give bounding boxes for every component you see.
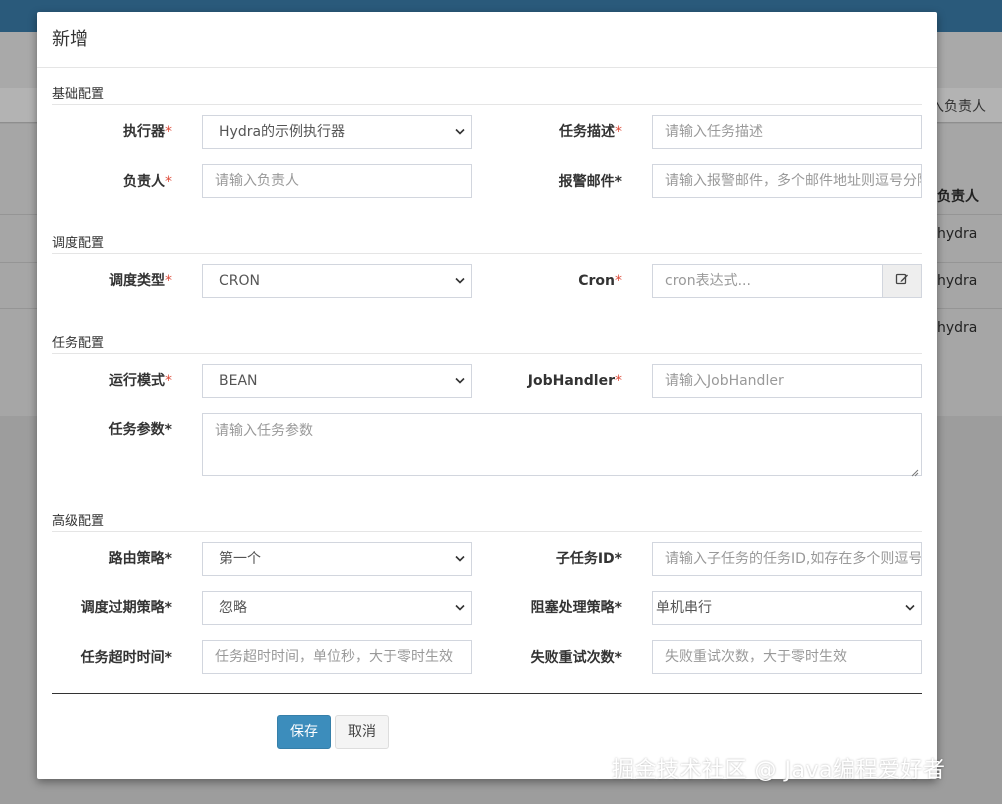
section-divider [52, 253, 922, 254]
section-task: 任务配置 [52, 336, 922, 354]
section-title-basic: 基础配置 [52, 87, 105, 102]
bg-row-owner-3: hydra [937, 320, 978, 336]
section-title-advanced: 高级配置 [52, 514, 105, 529]
chevron-down-icon [455, 265, 465, 297]
block-strategy-value: 单机串行 [656, 600, 712, 616]
bg-row-owner-1: hydra [937, 226, 978, 242]
block-strategy-select[interactable]: 单机串行 [652, 591, 922, 625]
cron-label: Cron* [578, 273, 622, 289]
schedule-type-label: 调度类型* [109, 273, 172, 289]
cancel-button[interactable]: 取消 [335, 715, 389, 749]
timeout-label: 任务超时时间* [80, 650, 172, 666]
route-strategy-label: 路由策略* [108, 551, 172, 567]
misfire-strategy-label: 调度过期策略* [80, 600, 172, 616]
modal-title: 新增 [52, 29, 88, 50]
section-title-task: 任务配置 [52, 336, 105, 351]
route-strategy-value: 第一个 [219, 551, 261, 567]
misfire-strategy-value: 忽略 [219, 600, 247, 616]
chevron-down-icon [455, 543, 465, 575]
executor-value: Hydra的示例执行器 [219, 124, 346, 140]
resize-handle-icon[interactable] [911, 465, 919, 477]
schedule-type-select[interactable]: CRON [202, 264, 472, 298]
route-strategy-select[interactable]: 第一个 [202, 542, 472, 576]
chevron-down-icon [905, 592, 915, 624]
alarm-email-label: 报警邮件* [558, 174, 622, 190]
task-params-placeholder: 请输入任务参数 [215, 423, 313, 439]
chevron-down-icon [455, 592, 465, 624]
bg-row-owner-2: hydra [937, 273, 978, 289]
retry-count-label: 失败重试次数* [530, 650, 622, 666]
section-basic: 基础配置 [52, 87, 922, 105]
save-button[interactable]: 保存 [277, 715, 331, 749]
task-params-textarea[interactable]: 请输入任务参数 [202, 413, 922, 477]
section-divider [52, 531, 922, 532]
job-handler-input[interactable]: 请输入JobHandler [652, 364, 922, 398]
watermark-text: 掘金技术社区 @ Java编程爱好者 [612, 758, 946, 783]
bg-column-header: 负责人 [937, 189, 979, 205]
section-schedule: 调度配置 [52, 236, 922, 254]
block-strategy-label: 阻塞处理策略* [530, 600, 622, 616]
executor-select[interactable]: Hydra的示例执行器 [202, 115, 472, 149]
bg-search-placeholder: 入负责人 [930, 99, 986, 115]
modal-header: 新增 [37, 12, 937, 68]
job-handler-label: JobHandler* [527, 373, 622, 389]
edit-icon [895, 272, 909, 290]
schedule-type-value: CRON [219, 273, 260, 289]
section-title-schedule: 调度配置 [52, 236, 105, 251]
run-mode-select[interactable]: BEAN [202, 364, 472, 398]
child-task-id-label: 子任务ID* [555, 551, 622, 567]
chevron-down-icon [455, 116, 465, 148]
chevron-down-icon [455, 365, 465, 397]
section-divider [52, 353, 922, 354]
task-params-label: 任务参数* [108, 422, 172, 438]
retry-count-input[interactable]: 失败重试次数，大于零时生效 [652, 640, 922, 674]
owner-label: 负责人* [123, 174, 172, 190]
cron-edit-button[interactable] [882, 264, 922, 298]
owner-input[interactable]: 请输入负责人 [202, 164, 472, 198]
form-divider [52, 693, 922, 694]
cron-input[interactable]: cron表达式... [652, 264, 883, 298]
child-task-id-input[interactable]: 请输入子任务的任务ID,如存在多个则逗号分隔 [652, 542, 922, 576]
task-desc-input[interactable]: 请输入任务描述 [652, 115, 922, 149]
alarm-email-input[interactable]: 请输入报警邮件，多个邮件地址则逗号分隔 [652, 164, 922, 198]
task-desc-label: 任务描述* [559, 124, 622, 140]
section-divider [52, 104, 922, 105]
run-mode-label: 运行模式* [109, 373, 172, 389]
add-job-modal: 新增 基础配置 执行器* Hydra的示例执行器 任务描述* 请输入任务描述 负… [37, 12, 937, 779]
misfire-strategy-select[interactable]: 忽略 [202, 591, 472, 625]
run-mode-value: BEAN [219, 373, 258, 389]
executor-label: 执行器* [123, 124, 172, 140]
timeout-input[interactable]: 任务超时时间，单位秒，大于零时生效 [202, 640, 472, 674]
section-advanced: 高级配置 [52, 514, 922, 532]
